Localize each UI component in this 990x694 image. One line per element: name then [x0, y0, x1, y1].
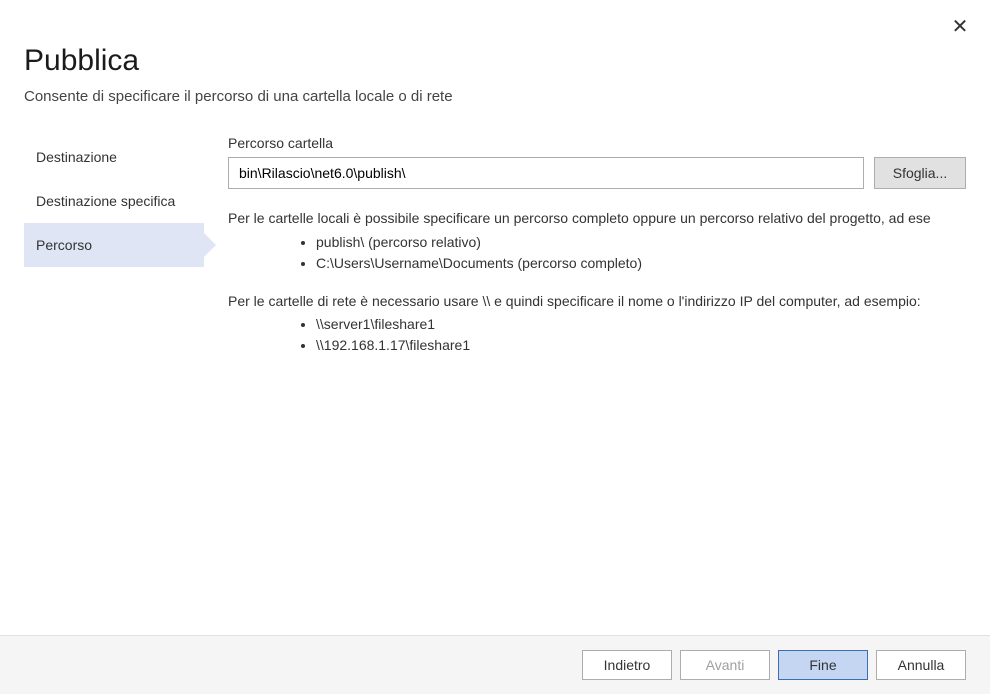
next-button: Avanti	[680, 650, 770, 680]
dialog-title: Pubblica	[24, 44, 966, 78]
wizard-sidebar: Destinazione Destinazione specifica Perc…	[24, 135, 204, 374]
browse-button[interactable]: Sfoglia...	[874, 157, 966, 189]
cancel-button[interactable]: Annulla	[876, 650, 966, 680]
list-item: C:\Users\Username\Documents (percorso co…	[316, 253, 966, 274]
help-text-block: Per le cartelle locali è possibile speci…	[228, 209, 966, 356]
back-button[interactable]: Indietro	[582, 650, 672, 680]
sidebar-item-specific-destination[interactable]: Destinazione specifica	[24, 179, 204, 223]
dialog-content: Destinazione Destinazione specifica Perc…	[0, 105, 990, 374]
list-item: publish\ (percorso relativo)	[316, 232, 966, 253]
list-item: \\192.168.1.17\fileshare1	[316, 335, 966, 356]
close-icon[interactable]: ✕	[948, 14, 972, 38]
list-item: \\server1\fileshare1	[316, 314, 966, 335]
dialog-footer: Indietro Avanti Fine Annulla	[0, 635, 990, 694]
help-local-list: publish\ (percorso relativo) C:\Users\Us…	[228, 232, 966, 274]
help-network-intro: Per le cartelle di rete è necessario usa…	[228, 292, 966, 312]
dialog-header: Pubblica Consente di specificare il perc…	[0, 0, 990, 105]
finish-button[interactable]: Fine	[778, 650, 868, 680]
sidebar-item-destination[interactable]: Destinazione	[24, 135, 204, 179]
sidebar-item-path[interactable]: Percorso	[24, 223, 204, 267]
help-network-list: \\server1\fileshare1 \\192.168.1.17\file…	[228, 314, 966, 356]
main-panel: Percorso cartella Sfoglia... Per le cart…	[204, 135, 966, 374]
dialog-subtitle: Consente di specificare il percorso di u…	[24, 88, 966, 105]
folder-path-row: Sfoglia...	[228, 157, 966, 189]
help-local-intro: Per le cartelle locali è possibile speci…	[228, 209, 966, 229]
folder-path-input[interactable]	[228, 157, 864, 189]
folder-path-label: Percorso cartella	[228, 135, 966, 151]
